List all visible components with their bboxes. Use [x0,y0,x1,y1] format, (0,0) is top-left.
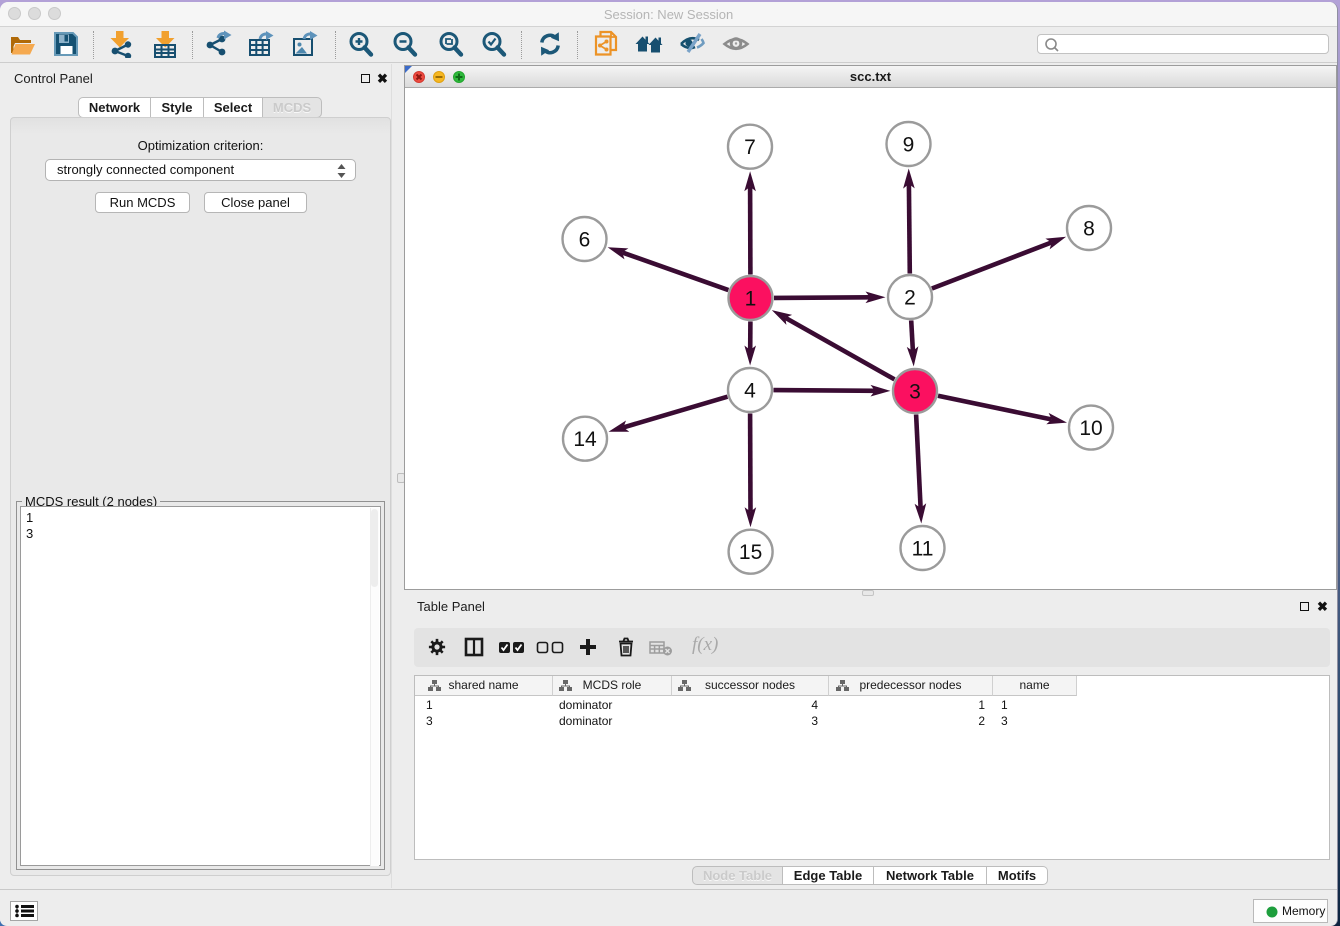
svg-text:3: 3 [909,381,921,404]
svg-text:6: 6 [579,229,591,252]
svg-text:2: 2 [904,287,916,310]
svg-text:9: 9 [903,134,915,157]
svg-text:4: 4 [744,380,756,403]
svg-text:10: 10 [1079,417,1102,440]
svg-text:15: 15 [739,541,762,564]
svg-text:7: 7 [744,136,756,159]
svg-text:1: 1 [745,288,757,311]
svg-text:14: 14 [573,428,597,451]
svg-text:11: 11 [912,538,934,561]
svg-text:8: 8 [1083,218,1095,241]
